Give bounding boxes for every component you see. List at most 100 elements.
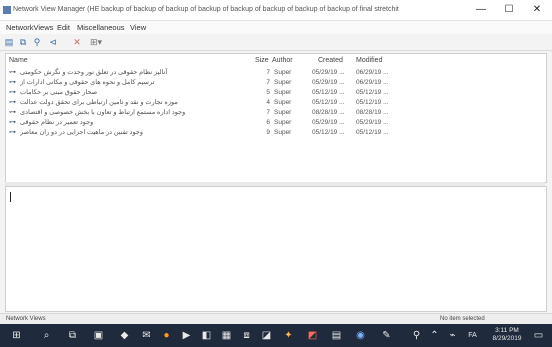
network-view-icon: ⊶ xyxy=(9,99,16,106)
item-author: Super xyxy=(274,109,292,116)
list-item[interactable]: ⊶ وجود تقنین در ماهیت اجرایی در دو ران مع… xyxy=(6,128,546,138)
list-item[interactable]: ⊶ صحار حقوق مبنی بر حکامات 5 Super 05/12/19 … xyxy=(6,88,546,98)
item-modified: 05/12/19 ... xyxy=(356,129,389,136)
people-icon[interactable]: ⚲ xyxy=(410,329,423,342)
network-view-icon: ⊶ xyxy=(9,69,16,76)
pinned-app-icon-1[interactable]: ▣ xyxy=(92,329,105,342)
status-bar: Network Views No item selected xyxy=(0,313,552,324)
item-name: ترسیم کامل و نحوه های حقوقی و مکانی ادار… xyxy=(20,79,155,86)
item-created: 08/28/19 ... xyxy=(312,109,345,116)
item-size: 6 xyxy=(266,119,270,126)
list-item[interactable]: ⊶ وجود اداره مستمع ارتباط و تعاون با بخش … xyxy=(6,108,546,118)
column-header-created[interactable]: Created xyxy=(318,56,343,65)
tray-chevron-icon[interactable]: ⌃ xyxy=(428,329,441,342)
item-name: موزه تجارت و نقد و تامین ارتباطی برای تح… xyxy=(20,99,178,106)
app-window: Network View Manager (HE backup of backu… xyxy=(0,0,552,347)
network-view-icon: ⊶ xyxy=(9,109,16,116)
media-icon[interactable]: ▶ xyxy=(180,329,193,342)
minimize-button[interactable]: — xyxy=(470,2,492,18)
item-size: 4 xyxy=(266,99,270,106)
menu-view[interactable]: View xyxy=(130,22,146,33)
pinned-app-icon-8[interactable]: ▤ xyxy=(330,329,343,342)
item-created: 05/12/19 ... xyxy=(312,89,345,96)
item-name: وجود تقنین در ماهیت اجرایی در دو ران معا… xyxy=(20,129,144,136)
clock[interactable]: 3:11 PM 8/29/2019 xyxy=(486,327,528,343)
pinned-app-icon-5[interactable]: ⧈ xyxy=(240,329,253,342)
pinned-app-icon-3[interactable]: ◧ xyxy=(200,329,213,342)
search-icon[interactable]: ⌕ xyxy=(40,329,53,342)
link-icon[interactable]: ⚲ xyxy=(32,37,42,47)
list-item[interactable]: ⊶ موزه تجارت و نقد و تامین ارتباطی برای ت… xyxy=(6,98,546,108)
notifications-icon[interactable]: ▭ xyxy=(532,329,545,342)
close-button[interactable]: ✕ xyxy=(526,2,548,18)
language-indicator[interactable]: FA xyxy=(466,329,479,342)
clock-date: 8/29/2019 xyxy=(492,335,522,342)
menu-bar: NetworkViews Edit Miscellaneous View xyxy=(0,21,552,34)
network-view-icon: ⊶ xyxy=(9,119,16,126)
item-created: 05/12/19 ... xyxy=(312,129,345,136)
taskbar: ⊞ ⌕ ⧉ ▣ ◆ ✉ ● ▶ ◧ ▦ ⧈ ◪ ✦ ◩ ▤ ◉ ✎ ⚲ ⌃ ⌁ … xyxy=(0,324,552,347)
column-header-author[interactable]: Author xyxy=(272,56,293,65)
item-modified: 05/29/19 ... xyxy=(356,119,389,126)
item-size: 7 xyxy=(266,79,270,86)
network-view-icon: ⊶ xyxy=(9,129,16,136)
list-item[interactable]: ⊶ ترسیم کامل و نحوه های حقوقی و مکانی ادا… xyxy=(6,78,546,88)
network-tray-icon[interactable]: ⌁ xyxy=(446,329,459,342)
pinned-app-icon-10[interactable]: ✎ xyxy=(380,329,393,342)
pinned-app-icon-9[interactable]: ◉ xyxy=(354,329,367,342)
status-right: No item selected xyxy=(440,316,485,322)
mail-icon[interactable]: ✉ xyxy=(140,329,153,342)
toolbar: ▤ ⧉ ⚲ ⊲ ✕ ⊞▾ xyxy=(0,34,552,51)
editor-pane[interactable] xyxy=(5,186,547,312)
pdf-icon[interactable]: ◩ xyxy=(306,329,319,342)
column-header-modified[interactable]: Modified xyxy=(356,56,382,65)
window-title: Network View Manager (HE backup of backu… xyxy=(13,6,399,13)
item-size: 7 xyxy=(266,109,270,116)
item-modified: 05/12/19 ... xyxy=(356,89,389,96)
item-size: 7 xyxy=(266,69,270,76)
browser-icon[interactable]: ● xyxy=(160,329,173,342)
item-author: Super xyxy=(274,129,292,136)
delete-icon[interactable]: ✕ xyxy=(72,37,82,47)
menu-edit[interactable]: Edit xyxy=(57,22,70,33)
pinned-app-icon-4[interactable]: ▦ xyxy=(220,329,233,342)
network-view-icon: ⊶ xyxy=(9,79,16,86)
pinned-app-icon-6[interactable]: ◪ xyxy=(260,329,273,342)
item-created: 05/29/19 ... xyxy=(312,69,345,76)
clock-time: 3:11 PM xyxy=(495,327,519,334)
pinned-app-icon-7[interactable]: ✦ xyxy=(282,329,295,342)
list-item[interactable]: ⊶ وجود تعمیر در نظام حقوقی 6 Super 05/29/19 … xyxy=(6,118,546,128)
grid-dropdown-icon[interactable]: ⊞▾ xyxy=(88,37,104,47)
item-author: Super xyxy=(274,119,292,126)
task-view-icon[interactable]: ⧉ xyxy=(66,329,79,342)
column-header-size[interactable]: Size xyxy=(255,56,269,65)
item-name: وجود تعمیر در نظام حقوقی xyxy=(20,119,94,126)
network-views-list: Name Size Author Created Modified ⊶ آنالی… xyxy=(5,53,547,183)
status-left: Network Views xyxy=(6,316,46,322)
item-size: 9 xyxy=(266,129,270,136)
item-author: Super xyxy=(274,99,292,106)
item-name: صحار حقوق مبنی بر حکامات xyxy=(20,89,98,96)
column-header-name[interactable]: Name xyxy=(9,56,28,65)
item-created: 05/29/19 ... xyxy=(312,119,345,126)
item-modified: 06/29/19 ... xyxy=(356,69,389,76)
pinned-app-icon-2[interactable]: ◆ xyxy=(118,329,131,342)
item-name: آنالیز نظام حقوقی در تعلق نور وحدت و نگر… xyxy=(20,69,168,76)
menu-networkviews[interactable]: NetworkViews xyxy=(6,22,53,33)
item-modified: 08/28/19 ... xyxy=(356,109,389,116)
new-view-icon[interactable]: ▤ xyxy=(4,37,14,47)
menu-miscellaneous[interactable]: Miscellaneous xyxy=(77,22,125,33)
network-icon[interactable]: ⊲ xyxy=(48,37,58,47)
item-size: 5 xyxy=(266,89,270,96)
copy-view-icon[interactable]: ⧉ xyxy=(18,37,28,47)
title-bar[interactable]: Network View Manager (HE backup of backu… xyxy=(0,0,552,21)
text-cursor xyxy=(10,192,11,202)
item-author: Super xyxy=(274,69,292,76)
maximize-button[interactable]: ☐ xyxy=(498,2,520,18)
item-modified: 05/12/19 ... xyxy=(356,99,389,106)
start-icon[interactable]: ⊞ xyxy=(10,329,23,342)
item-created: 05/12/19 ... xyxy=(312,99,345,106)
network-view-icon: ⊶ xyxy=(9,89,16,96)
item-author: Super xyxy=(274,79,292,86)
list-item[interactable]: ⊶ آنالیز نظام حقوقی در تعلق نور وحدت و نگ… xyxy=(6,68,546,78)
